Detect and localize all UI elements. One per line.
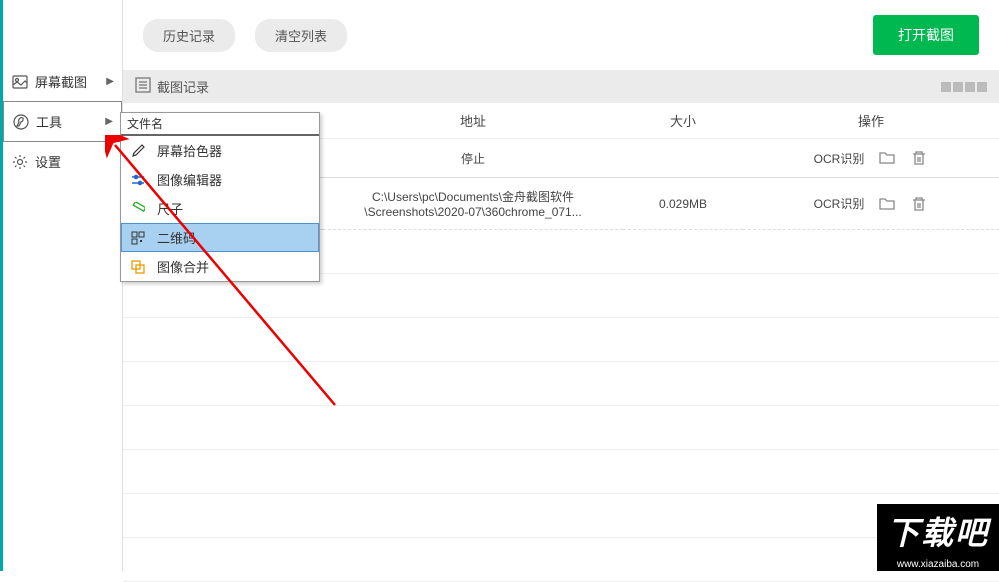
col-path: 地址 — [323, 103, 623, 139]
watermark-text: 下载吧 — [877, 504, 999, 558]
sidebar-item-screenshot[interactable]: 屏幕截图 ▶ — [3, 62, 122, 101]
wrench-icon — [12, 113, 30, 131]
chevron-right-icon: ▶ — [105, 116, 113, 127]
submenu-item-image-editor[interactable]: 图像编辑器 — [121, 165, 319, 194]
toolbar: 历史记录 清空列表 打开截图 — [123, 0, 999, 70]
cell-path: 停止 — [323, 139, 623, 178]
ocr-button[interactable]: OCR识别 — [814, 150, 865, 167]
merge-icon — [129, 260, 147, 274]
submenu-label: 屏幕拾色器 — [157, 141, 222, 160]
sidebar: 屏幕截图 ▶ 工具 ▶ 设置 — [3, 0, 123, 571]
main-content: 历史记录 清空列表 打开截图 截图记录 文件名 地址 大小 操作 — [123, 0, 999, 571]
sidebar-label: 工具 — [36, 112, 62, 131]
view-toggle[interactable] — [941, 82, 987, 92]
list-icon — [135, 77, 151, 96]
cell-size: 0.029MB — [623, 178, 743, 230]
folder-icon[interactable] — [878, 149, 896, 167]
submenu-item-qrcode[interactable]: 二维码 — [121, 223, 319, 252]
section-title: 截图记录 — [157, 77, 209, 96]
gear-icon — [11, 153, 29, 171]
watermark: 下载吧 www.xiazaiba.com — [877, 504, 999, 571]
submenu-item-image-merge[interactable]: 图像合并 — [121, 252, 319, 281]
sidebar-label: 设置 — [35, 152, 61, 171]
submenu-title: 文件名 — [121, 113, 319, 136]
folder-icon[interactable] — [878, 195, 896, 213]
submenu-label: 图像合并 — [157, 257, 209, 276]
clear-list-button[interactable]: 清空列表 — [255, 19, 347, 52]
submenu-label: 尺子 — [157, 199, 183, 218]
tools-submenu: 文件名 屏幕拾色器 图像编辑器 尺子 二维码 图像合并 — [120, 112, 320, 282]
trash-icon[interactable] — [910, 195, 928, 213]
trash-icon[interactable] — [910, 149, 928, 167]
sidebar-label: 屏幕截图 — [35, 72, 87, 91]
eyedropper-icon — [129, 144, 147, 158]
submenu-item-color-picker[interactable]: 屏幕拾色器 — [121, 136, 319, 165]
col-actions: 操作 — [743, 103, 999, 139]
chevron-right-icon: ▶ — [106, 76, 114, 87]
submenu-label: 图像编辑器 — [157, 170, 222, 189]
sidebar-item-tools[interactable]: 工具 ▶ — [3, 101, 122, 142]
col-size: 大小 — [623, 103, 743, 139]
sliders-icon — [129, 173, 147, 187]
submenu-item-ruler[interactable]: 尺子 — [121, 194, 319, 223]
open-capture-button[interactable]: 打开截图 — [873, 15, 979, 55]
sidebar-item-settings[interactable]: 设置 — [3, 142, 122, 181]
empty-grid — [123, 230, 999, 582]
cell-size — [623, 139, 743, 178]
cell-path: C:\Users\pc\Documents\金舟截图软件\Screenshots… — [323, 178, 623, 230]
ruler-icon — [129, 202, 147, 216]
ocr-button[interactable]: OCR识别 — [814, 195, 865, 212]
image-icon — [11, 73, 29, 91]
submenu-label: 二维码 — [157, 228, 196, 247]
history-button[interactable]: 历史记录 — [143, 19, 235, 52]
qrcode-icon — [129, 231, 147, 245]
watermark-url: www.xiazaiba.com — [877, 558, 999, 571]
section-header: 截图记录 — [123, 70, 999, 103]
